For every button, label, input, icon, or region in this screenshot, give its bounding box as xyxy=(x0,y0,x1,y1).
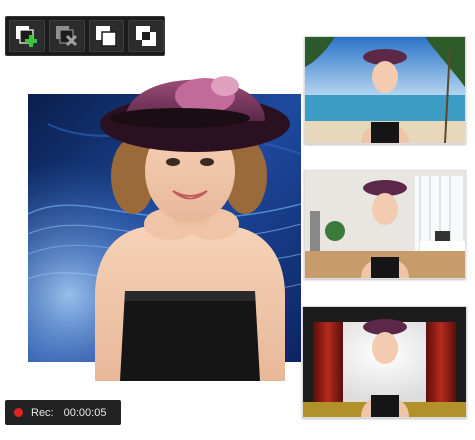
remove-layer-button[interactable] xyxy=(48,20,85,52)
remove-layer-icon xyxy=(55,26,77,47)
stage-curtain-background-thumbnail[interactable] xyxy=(302,306,467,418)
beach-background-thumbnail[interactable] xyxy=(304,36,466,144)
recording-time: 00:00:05 xyxy=(63,406,107,419)
bring-to-front-button[interactable] xyxy=(88,20,125,52)
recording-status: Rec: 00:00:05 xyxy=(5,400,121,425)
recording-label: Rec: xyxy=(31,406,54,419)
send-to-back-icon xyxy=(136,26,157,46)
send-to-back-button[interactable] xyxy=(128,20,164,52)
layer-toolbar xyxy=(5,16,165,56)
add-layer-button[interactable] xyxy=(9,20,45,52)
person-cutout xyxy=(95,76,290,381)
office-background-thumbnail[interactable] xyxy=(304,170,466,279)
bring-to-front-icon xyxy=(96,26,118,47)
record-indicator-icon xyxy=(14,408,23,417)
add-layer-icon xyxy=(15,26,37,47)
